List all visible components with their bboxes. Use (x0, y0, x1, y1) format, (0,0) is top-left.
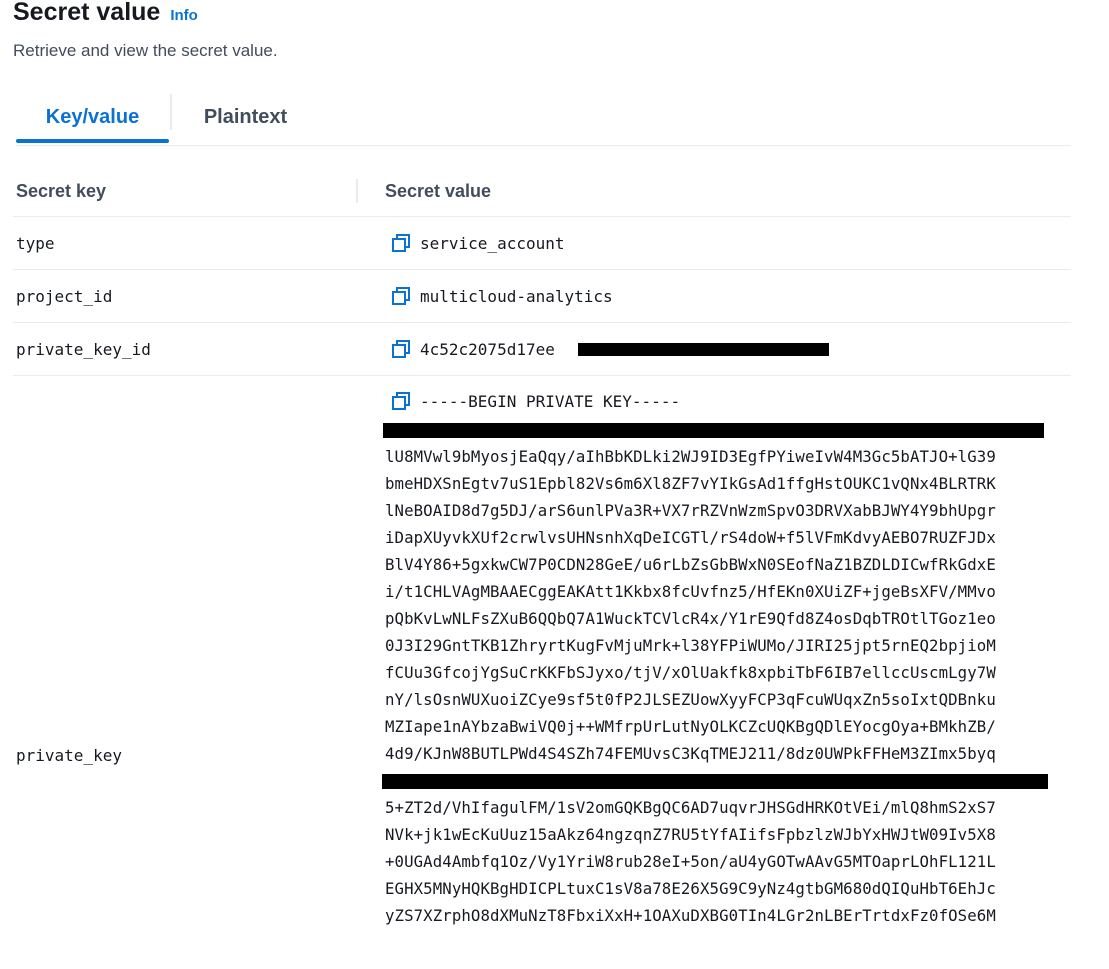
info-link[interactable]: Info (170, 7, 198, 24)
secret-value-cell: service_account (390, 217, 565, 269)
redaction-bar (578, 343, 829, 356)
private-key-line: fCUu3GfcojYgSuCrKKFbSJyxo/tjV/xOlUakfk8x… (385, 663, 996, 682)
tab-list: Key/value Plaintext (16, 92, 1071, 146)
column-header-secret-key: Secret key (16, 180, 107, 201)
tab-key-value[interactable]: Key/value (16, 92, 169, 143)
private-key-line: +0UGAd4Ambfq1Oz/Vy1YriW8rub28eI+5on/aU4y… (385, 852, 996, 871)
secret-value-cell: 4c52c2075d17ee (390, 323, 555, 375)
private-key-line: lNeBOAID8d7g5DJ/arS6unlPVa3R+VX7rRZVnWzm… (385, 501, 996, 520)
redaction-bar (382, 774, 1048, 789)
private-key-line: 5+ZT2d/VhIfagulFM/1sV2omGQKBgQC6AD7uqvrJ… (385, 798, 996, 817)
private-key-line: pQbKvLwNLFsZXuB6QQbQ7A1WuckTCVlcR4x/Y1rE… (385, 609, 996, 628)
secret-kv-table: Secret key Secret value type service_acc… (13, 166, 1071, 932)
private-key-line: MZIape1nAYbzaBwiVQ0j++WMfrpUrLutNyOLKCZc… (385, 717, 996, 736)
private-key-line: BlV4Y86+5gxkwCW7P0CDN28GeE/u6rLbZsGbBWxN… (385, 555, 996, 574)
secret-key-cell: type (16, 233, 55, 253)
copy-icon[interactable] (390, 390, 412, 412)
private-key-line: bmeHDXSnEgtv7uS1Epbl82Vs6m6Xl8ZF7vYIkGsA… (385, 474, 996, 493)
secret-value-text: 4c52c2075d17ee (420, 339, 555, 359)
private-key-line: i/t1CHLVAgMBAAECggEAKAtt1Kkbx8fcUvfnz5/H… (385, 582, 996, 601)
page-description: Retrieve and view the secret value. (13, 41, 278, 60)
table-row: project_id multicloud-analytics (13, 270, 1071, 323)
private-key-line: iDapXUyvkXUf2crwlvsUHNsnhXqDeICGTl/rS4do… (385, 528, 996, 547)
column-header-secret-value: Secret value (385, 180, 492, 201)
column-divider (356, 179, 358, 203)
page-title-text: Secret value (13, 0, 161, 26)
table-header: Secret key Secret value (13, 166, 1071, 217)
page-title: Secret value Info (13, 0, 198, 27)
private-key-line: 4d9/KJnW8BUTLPWd4S4SZh74FEMUvsC3KqTMEJ21… (385, 744, 996, 763)
private-key-line: lU8MVwl9bMyosjEaQqy/aIhBbKDLki2WJ9ID3Egf… (385, 447, 996, 466)
secret-value-cell: -----BEGIN PRIVATE KEY----- (390, 390, 680, 412)
secret-key-cell: private_key_id (16, 339, 151, 359)
private-key-line: nY/lsOsnWUXuoiZCye9sf5t0fP2JLSEZUowXyyFC… (385, 690, 996, 709)
secret-value-cell: multicloud-analytics (390, 270, 613, 322)
table-row: private_key -----BEGIN PRIVATE KEY----- … (13, 376, 1071, 932)
secret-key-cell: project_id (16, 286, 113, 306)
secret-value-text: multicloud-analytics (420, 286, 613, 306)
private-key-line: 0J3I29GntTKB1ZhryrtKugFvMjuMrk+l38YFPiWU… (385, 636, 996, 655)
private-key-line: EGHX5MNyHQKBgHDICPLtuxC1sV8a78E26X5G9C9y… (385, 879, 996, 898)
private-key-header: -----BEGIN PRIVATE KEY----- (420, 391, 681, 411)
secret-value-text: service_account (420, 233, 565, 253)
secret-key-cell: private_key (16, 746, 122, 765)
copy-icon[interactable] (390, 338, 412, 360)
private-key-line: NVk+jk1wEcKuUuz15aAkz64ngzqnZ7RU5tYfAIif… (385, 825, 996, 844)
copy-icon[interactable] (390, 232, 412, 254)
tab-plaintext[interactable]: Plaintext (172, 92, 319, 142)
table-row: private_key_id 4c52c2075d17ee (13, 323, 1071, 376)
private-key-line: yZS7XZrphO8dXMuNzT8FbxiXxH+1OAXuDXBG0TIn… (385, 906, 996, 925)
redaction-bar (383, 423, 1044, 438)
copy-icon[interactable] (390, 285, 412, 307)
table-row: type service_account (13, 217, 1071, 270)
